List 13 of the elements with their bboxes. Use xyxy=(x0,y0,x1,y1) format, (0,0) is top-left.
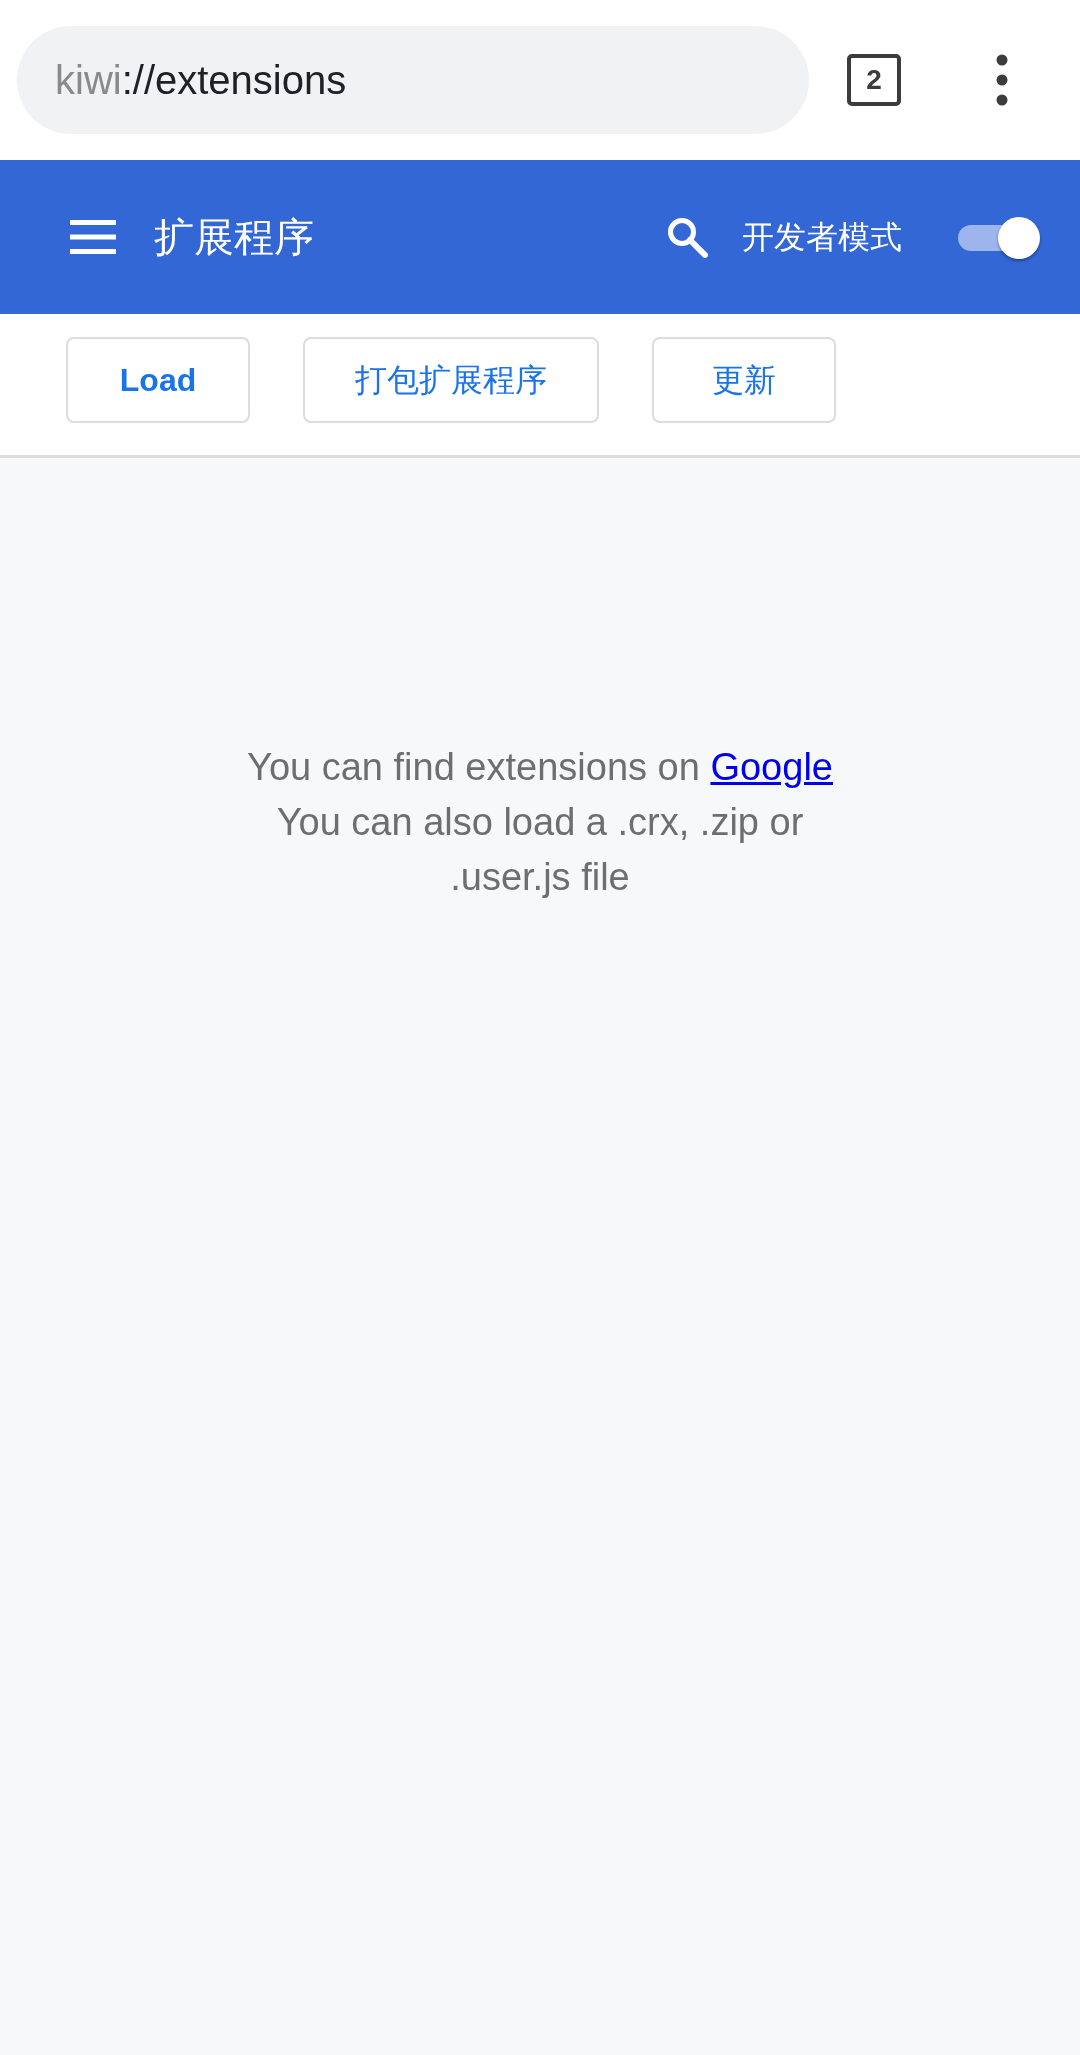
google-link[interactable]: Google xyxy=(710,746,833,788)
toolbar-button[interactable]: 打包扩展程序 xyxy=(303,337,599,423)
toolbar-button[interactable]: 更新 xyxy=(652,337,836,423)
tab-count-button[interactable]: 2 xyxy=(847,54,901,106)
developer-mode-label: 开发者模式 xyxy=(742,218,902,257)
search-icon[interactable] xyxy=(666,216,708,258)
menu-icon[interactable] xyxy=(70,220,116,254)
toolbar-button[interactable]: Load xyxy=(66,337,250,423)
more-menu-button[interactable] xyxy=(996,54,1008,106)
hint-text: You can also load a .crx, .zip or .user.js file xyxy=(275,800,805,901)
address-field[interactable]: kiwi://extensions xyxy=(17,26,809,134)
info-text: You can find extensions on Google xyxy=(246,745,834,790)
page-title: 扩展程序 xyxy=(154,214,314,261)
